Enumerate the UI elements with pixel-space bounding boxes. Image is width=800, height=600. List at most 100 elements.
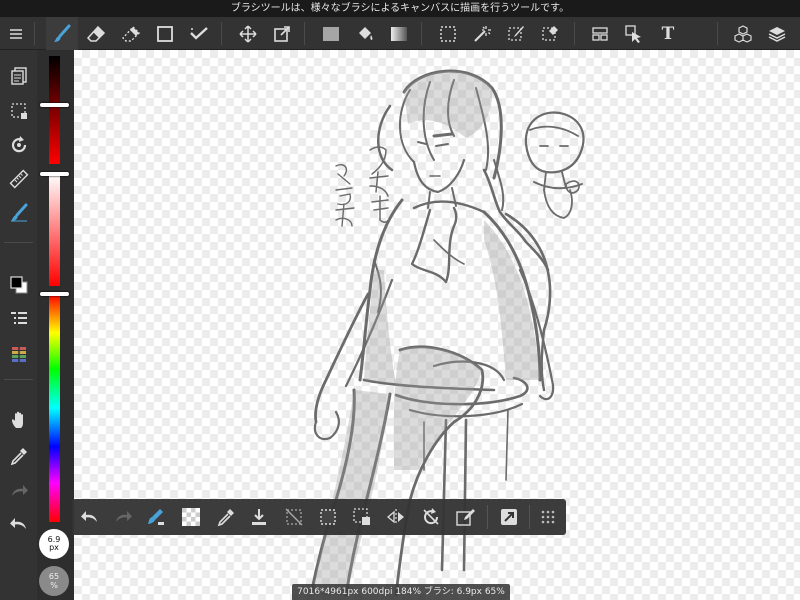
quick-more-button[interactable] <box>532 501 564 533</box>
brush-icon <box>54 24 71 42</box>
canvas-info-text: 7016*4961px 600dpi 184% ブラシ: 6.9px 65% <box>297 587 505 597</box>
square-icon <box>157 25 173 42</box>
transform-icon <box>274 25 290 42</box>
select-eraser-tool-button[interactable] <box>534 17 566 50</box>
left-toolbar <box>0 50 37 600</box>
grid-dots-icon <box>541 510 555 524</box>
panel-icon <box>592 26 608 41</box>
quick-select-layer-button[interactable] <box>346 501 378 533</box>
quick-eyedropper-button[interactable] <box>210 501 242 533</box>
ruler-icon <box>9 169 28 189</box>
ruler-button[interactable] <box>0 163 37 195</box>
dot-select-tool-button[interactable] <box>183 17 215 50</box>
quick-deselect-button[interactable] <box>278 501 310 533</box>
medibang-app: ブラシツールは、様々なブラシによるキャンバスに描画を行うツールです。 T 6.9… <box>0 0 800 600</box>
undo-button[interactable] <box>0 508 37 540</box>
eyedropper-icon <box>10 448 27 466</box>
saturation-slider-handle[interactable] <box>40 172 69 176</box>
text-tool-button[interactable]: T <box>652 17 684 50</box>
brightness-slider[interactable] <box>49 56 60 164</box>
pages-button[interactable] <box>0 60 37 92</box>
dotted-eraser-icon <box>122 25 140 42</box>
hue-slider[interactable] <box>49 294 60 522</box>
tool-tooltip: ブラシツールは、様々なブラシによるキャンバスに描画を行うツールです。 <box>230 3 570 14</box>
selection-button[interactable] <box>0 95 37 127</box>
quick-action-button[interactable] <box>493 501 525 533</box>
layers-button[interactable] <box>761 17 793 50</box>
brush-tool-button[interactable] <box>46 17 78 50</box>
move-tool-button[interactable] <box>232 17 264 50</box>
quick-redo-button[interactable] <box>107 501 139 533</box>
shape-tool-button[interactable] <box>149 17 181 50</box>
select-tool-button[interactable] <box>432 17 464 50</box>
saturation-slider[interactable] <box>49 174 60 286</box>
text-icon: T <box>661 23 675 44</box>
menu-button[interactable] <box>0 17 32 50</box>
rotate-reset-icon <box>423 508 439 525</box>
quick-edit-button[interactable] <box>449 501 481 533</box>
redo-icon <box>11 485 28 496</box>
eraser-tool-button[interactable] <box>80 17 112 50</box>
top-toolbar: T <box>0 17 800 50</box>
rotate-icon <box>11 136 26 153</box>
quick-flip-button[interactable] <box>380 501 412 533</box>
cubes-icon <box>734 24 752 43</box>
rotate-button[interactable] <box>0 129 37 161</box>
layer-list-button[interactable] <box>0 303 37 335</box>
select-eraser-icon <box>542 25 558 41</box>
redo-button[interactable] <box>0 475 37 507</box>
quick-select-all-button[interactable] <box>312 501 344 533</box>
quick-action-icon <box>501 509 517 525</box>
hand-tool-button[interactable] <box>0 404 37 436</box>
selection-icon <box>10 103 27 119</box>
select-pen-icon <box>508 25 524 41</box>
transparent-icon <box>182 508 200 526</box>
magic-wand-icon <box>474 25 491 42</box>
undo-icon <box>9 518 26 529</box>
brush-settings-button[interactable] <box>0 197 37 229</box>
check-dots-icon <box>190 26 208 40</box>
operation-tool-button[interactable] <box>618 17 650 50</box>
magic-wand-tool-button[interactable] <box>466 17 498 50</box>
quick-transparent-button[interactable] <box>175 501 207 533</box>
materials-button[interactable] <box>727 17 759 50</box>
select-pen-tool-button[interactable] <box>500 17 532 50</box>
deselect-icon <box>285 508 303 526</box>
transform-tool-button[interactable] <box>266 17 298 50</box>
bucket-tool-button[interactable] <box>349 17 381 50</box>
hamburger-icon <box>10 28 22 39</box>
select-all-icon <box>320 509 336 525</box>
brush-size-button[interactable]: 6.9 px <box>39 529 69 559</box>
color-swap-button[interactable] <box>0 269 37 301</box>
quick-toolbar <box>72 499 566 535</box>
opacity-value: 65 <box>48 572 60 581</box>
select-layer-icon <box>353 508 370 525</box>
layers-icon <box>768 26 786 42</box>
opacity-button[interactable]: 65 % <box>39 566 69 596</box>
lasso-eraser-tool-button[interactable] <box>115 17 147 50</box>
clear-icon <box>148 509 164 525</box>
quick-save-button[interactable] <box>243 501 275 533</box>
hue-slider-handle[interactable] <box>40 292 69 296</box>
download-icon <box>252 509 266 525</box>
fill-color-button[interactable] <box>315 17 347 50</box>
undo-icon <box>81 511 97 522</box>
brush-settings-icon <box>10 203 27 222</box>
move-icon <box>239 24 257 43</box>
select-rect-icon <box>440 25 456 42</box>
bucket-icon <box>359 26 373 40</box>
flip-icon <box>386 509 404 525</box>
color-history-icon <box>11 346 26 363</box>
gradient-icon <box>391 26 407 41</box>
quick-clear-button[interactable] <box>140 501 172 533</box>
quick-rotate-reset-button[interactable] <box>415 501 447 533</box>
brightness-slider-handle[interactable] <box>40 102 69 107</box>
color-history-button[interactable] <box>0 338 37 370</box>
quick-undo-button[interactable] <box>74 501 106 533</box>
eyedropper-button[interactable] <box>0 440 37 472</box>
color-slider-panel <box>37 50 74 600</box>
frame-divider-tool-button[interactable] <box>584 17 616 50</box>
gradient-tool-button[interactable] <box>383 17 415 50</box>
brush-size-unit: px <box>49 543 59 552</box>
gray-square-icon <box>323 26 339 41</box>
